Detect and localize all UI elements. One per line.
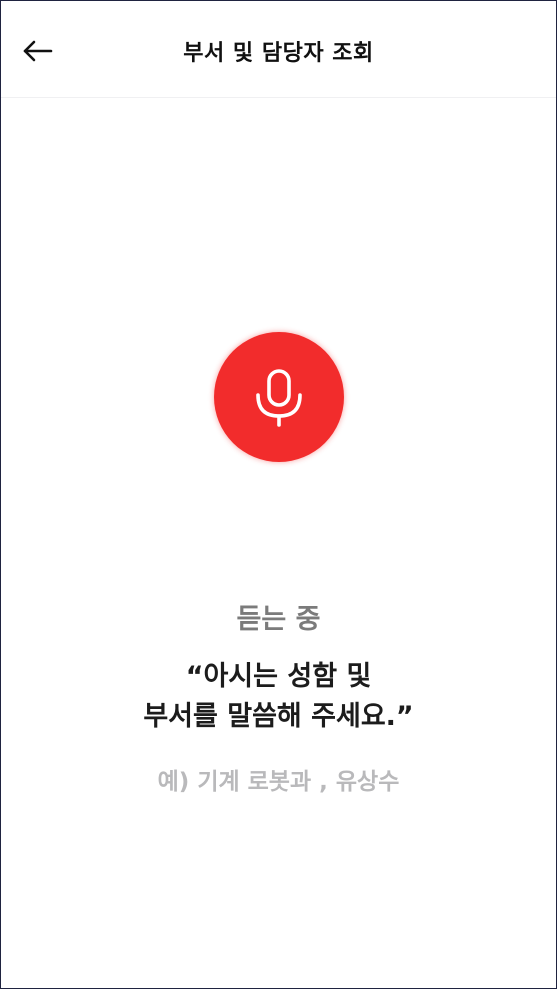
listening-status: 듣는 중	[236, 604, 321, 635]
top-app-bar: 부서 및 담당자 조회	[1, 1, 556, 98]
microphone-button[interactable]	[214, 332, 344, 462]
voice-prompt: “아시는 성함 및 부서를 말씀해 주세요.”	[1, 657, 556, 737]
voice-input-area	[214, 332, 344, 462]
page-title: 부서 및 담당자 조회	[183, 41, 374, 66]
example-hint: 예) 기계 로봇과 , 유상수	[157, 769, 400, 795]
voice-prompt-line-1: “아시는 성함 및	[185, 661, 372, 692]
microphone-icon	[256, 369, 302, 427]
app-screen: 부서 및 담당자 조회 듣는 중 “아시는 성함 및 부서를 말씀해 주세요.”…	[0, 0, 557, 989]
voice-prompt-line-2: 부서를 말씀해 주세요.”	[143, 701, 414, 732]
